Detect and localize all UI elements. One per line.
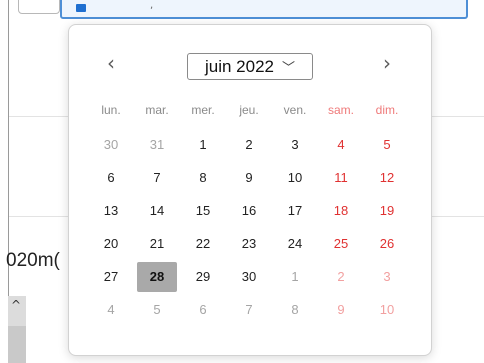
day-cell[interactable]: 20 <box>91 229 131 259</box>
day-cell[interactable]: 26 <box>367 229 407 259</box>
chevron-right-icon[interactable]: › <box>383 51 391 75</box>
day-cell[interactable]: 7 <box>229 295 269 325</box>
weekday-header: mer. <box>191 103 215 117</box>
day-cell[interactable]: 15 <box>183 196 223 226</box>
weekday-header: mar. <box>145 103 169 117</box>
field-text-fragment: , <box>150 0 154 11</box>
day-cell[interactable]: 27 <box>91 262 131 292</box>
date-picker-popup: ‹ juin 2022 ﹀ › lun. mar. mer. jeu. ven. sam.… <box>68 24 432 356</box>
day-cell[interactable]: 30 <box>91 130 131 160</box>
chevron-down-icon: ﹀ <box>282 60 296 75</box>
day-cell[interactable]: 12 <box>367 163 407 193</box>
day-cell[interactable]: 29 <box>183 262 223 292</box>
day-cell[interactable]: 18 <box>321 196 361 226</box>
day-cell[interactable]: 1 <box>183 130 223 160</box>
date-input-field[interactable]: , <box>60 0 468 19</box>
weekday-header: dim. <box>375 103 399 117</box>
day-cell[interactable]: 7 <box>137 163 177 193</box>
day-cell[interactable]: 21 <box>137 229 177 259</box>
day-cell[interactable]: 5 <box>367 130 407 160</box>
scroll-up-button[interactable]: ^ <box>8 296 26 326</box>
chevron-up-icon: ^ <box>11 298 22 312</box>
day-cell[interactable]: 25 <box>321 229 361 259</box>
day-cell[interactable]: 31 <box>137 130 177 160</box>
day-cell[interactable]: 19 <box>367 196 407 226</box>
chevron-left-icon[interactable]: ‹ <box>107 51 115 75</box>
day-cell[interactable]: 8 <box>183 163 223 193</box>
weekday-header: sam. <box>327 103 354 117</box>
day-cell[interactable]: 23 <box>229 229 269 259</box>
calendar-icon <box>76 4 86 12</box>
day-cell[interactable]: 3 <box>367 262 407 292</box>
day-cell[interactable]: 10 <box>367 295 407 325</box>
weekday-header: jeu. <box>239 103 259 117</box>
day-cell[interactable]: 30 <box>229 262 269 292</box>
day-cell[interactable]: 11 <box>321 163 361 193</box>
day-cell[interactable]: 9 <box>321 295 361 325</box>
day-cell[interactable]: 6 <box>183 295 223 325</box>
background-partial-text: 020m( <box>6 250 60 271</box>
day-cell[interactable]: 17 <box>275 196 315 226</box>
day-cell[interactable]: 2 <box>229 130 269 160</box>
day-cell[interactable]: 5 <box>137 295 177 325</box>
day-cell[interactable]: 1 <box>275 262 315 292</box>
day-cell[interactable]: 4 <box>91 295 131 325</box>
day-cell[interactable]: 16 <box>229 196 269 226</box>
day-cell[interactable]: 2 <box>321 262 361 292</box>
day-cell[interactable]: 22 <box>183 229 223 259</box>
day-cell[interactable]: 3 <box>275 130 315 160</box>
day-cell[interactable]: 10 <box>275 163 315 193</box>
month-year-label: juin 2022 <box>204 56 274 76</box>
weekday-header: ven. <box>283 103 307 117</box>
day-cell[interactable]: 13 <box>91 196 131 226</box>
day-cell[interactable]: 4 <box>321 130 361 160</box>
scrollbar-track[interactable] <box>8 326 26 363</box>
day-cell[interactable]: 8 <box>275 295 315 325</box>
top-left-field[interactable] <box>18 0 60 14</box>
day-cell[interactable]: 6 <box>91 163 131 193</box>
selected-day-cell[interactable]: 28 <box>137 262 177 292</box>
weekday-header: lun. <box>101 103 121 117</box>
day-cell[interactable]: 24 <box>275 229 315 259</box>
day-cell[interactable]: 14 <box>137 196 177 226</box>
month-year-select[interactable]: juin 2022 ﹀ <box>187 53 313 80</box>
day-cell[interactable]: 9 <box>229 163 269 193</box>
